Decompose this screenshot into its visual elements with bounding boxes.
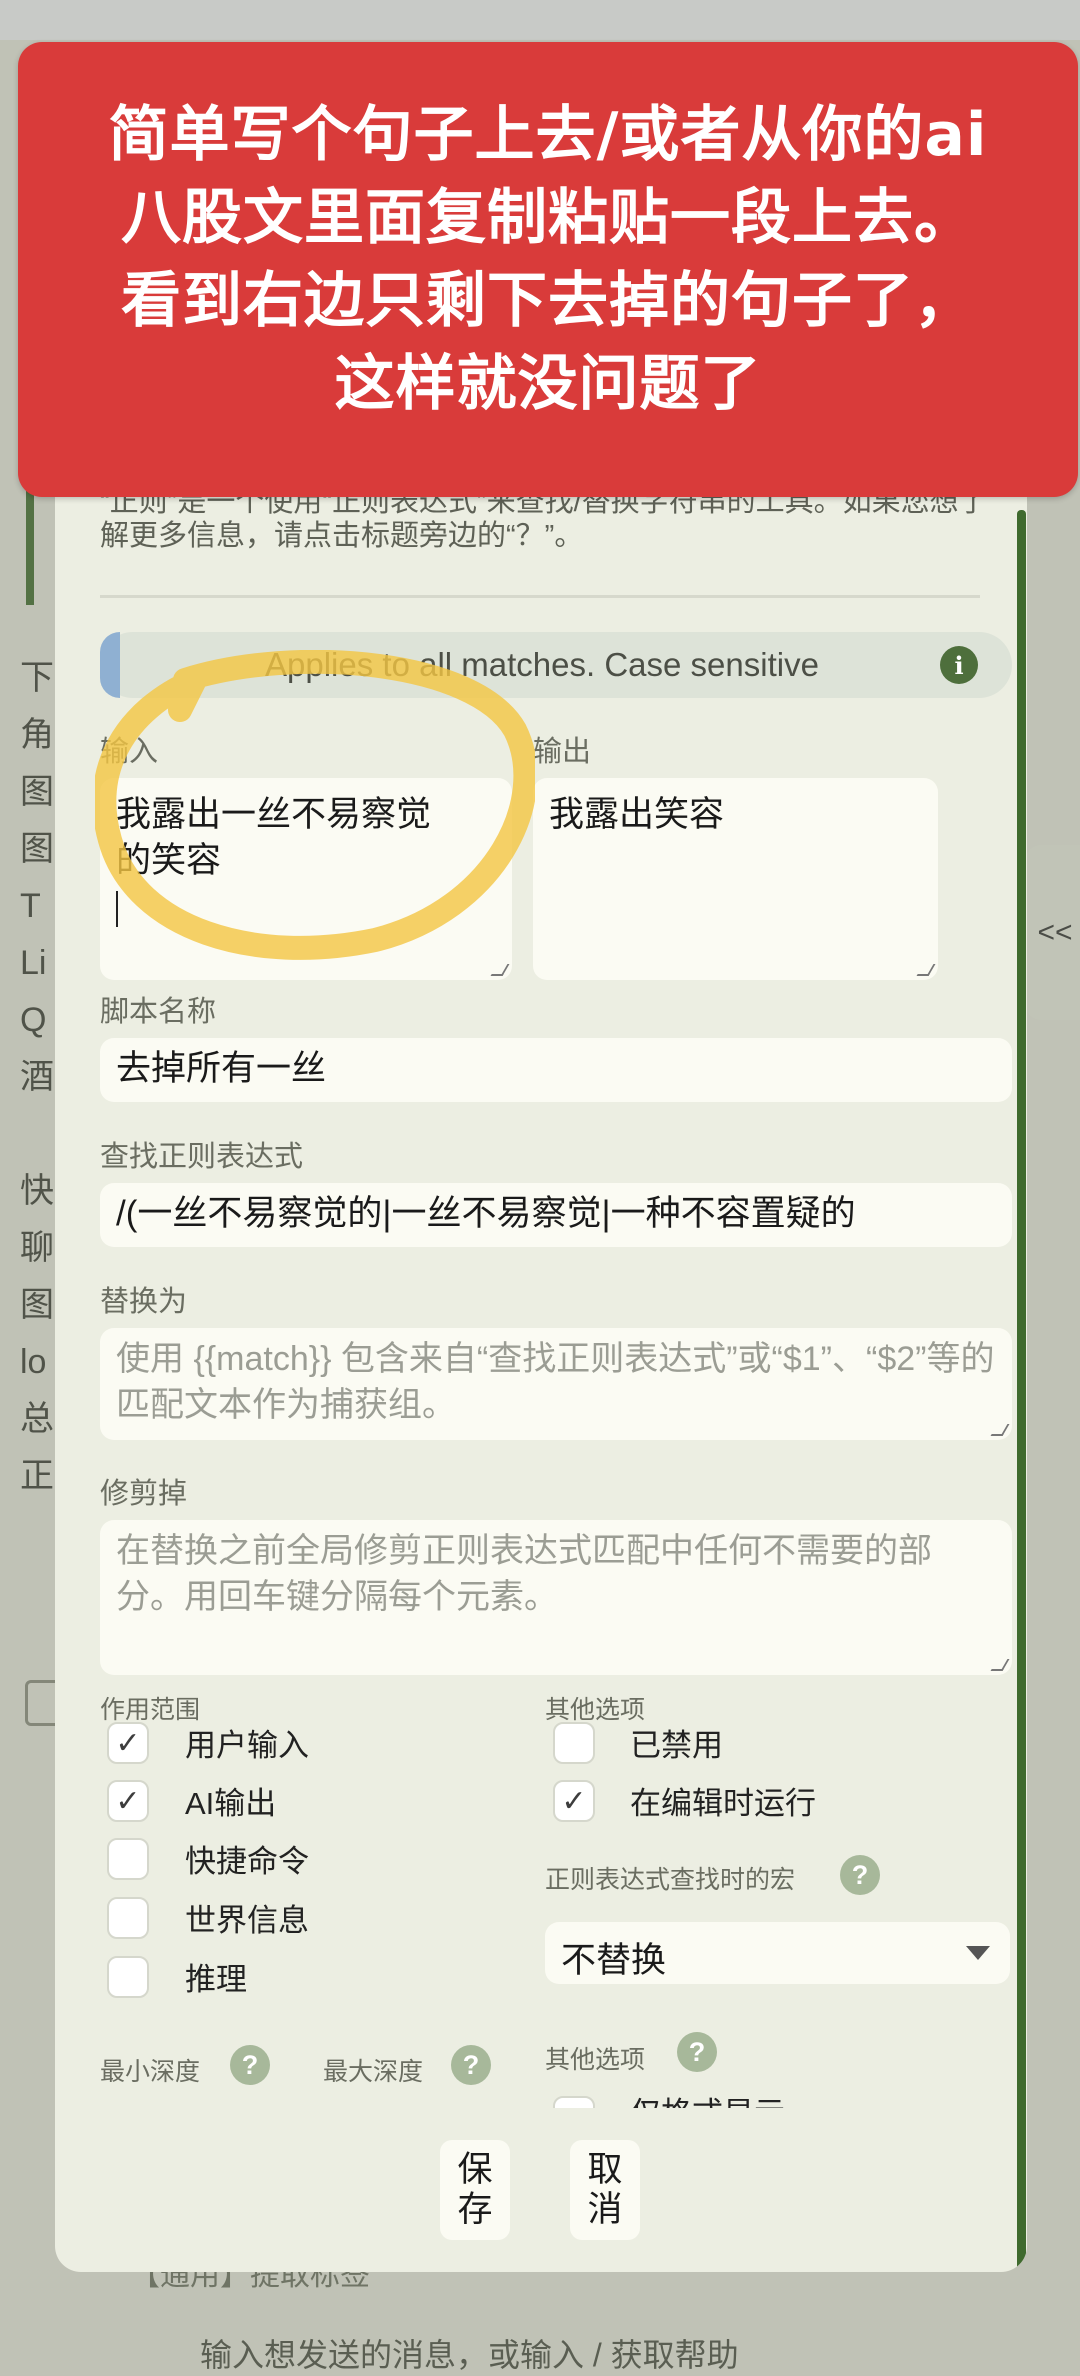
run-on-edit-checkbox[interactable]: ✓: [553, 1780, 595, 1822]
max-depth-label: 最大深度: [323, 2058, 424, 2086]
regex-editor-dialog: “正则”是一个使用“正则表达式”来查找/替换字符串的工具。如果您想了解更多信息，…: [55, 360, 1027, 2272]
chevron-down-icon: [966, 1946, 990, 1960]
option-item-label: 已禁用: [630, 1728, 723, 1763]
input-label: 输入: [100, 736, 159, 768]
macro-select-value: 不替换: [561, 1941, 667, 1980]
input-text-line: 的笑容: [116, 841, 222, 880]
instruction-line: 八股文里面复制粘贴一段上去。: [121, 183, 975, 253]
save-button-label: 存: [457, 2190, 493, 2229]
scope-item-label: 快捷命令: [185, 1844, 309, 1879]
text-caret: [116, 890, 118, 927]
format-display-checkbox[interactable]: [553, 2096, 595, 2108]
instruction-banner: 简单写个句子上去/或者从你的ai 八股文里面复制粘贴一段上去。 看到右边只剩下去…: [18, 42, 1078, 497]
banner-accent: [100, 632, 120, 698]
resize-handle-icon[interactable]: [990, 1659, 1010, 1671]
disabled-checkbox[interactable]: [553, 1722, 595, 1764]
clipped-option-row: 仅格式显示: [545, 2092, 1005, 2108]
replace-with-input[interactable]: 使用 {{match}} 包含来自“查找正则表达式”或“$1”、“$2”等的匹配…: [100, 1328, 1012, 1440]
scope-ai-output-checkbox[interactable]: ✓: [107, 1780, 149, 1822]
script-name-input[interactable]: 去掉所有一丝: [100, 1038, 1012, 1102]
script-name-label: 脚本名称: [100, 996, 217, 1028]
resize-handle-icon[interactable]: [916, 964, 936, 976]
min-depth-help-icon[interactable]: ?: [230, 2045, 270, 2085]
scope-user-input-checkbox[interactable]: ✓: [107, 1722, 149, 1764]
trim-out-placeholder: 在替换之前全局修剪正则表达式匹配中任何不需要的部分。用回车键分隔每个元素。: [116, 1532, 932, 1616]
scope-reasoning-checkbox[interactable]: [107, 1956, 149, 1998]
other-options2-label: 其他选项: [545, 2046, 646, 2074]
output-label: 输出: [533, 736, 592, 768]
instruction-text: 简单写个句子上去/或者从你的ai 八股文里面复制粘贴一段上去。 看到右边只剩下去…: [18, 94, 1078, 426]
info-banner: Applies to all matches. Case sensitive i: [100, 632, 1012, 698]
trim-out-label: 修剪掉: [100, 1478, 188, 1510]
macro-help-icon[interactable]: ?: [840, 1855, 880, 1895]
scrollbar[interactable]: [1017, 510, 1026, 2272]
scope-world-info-checkbox[interactable]: [107, 1897, 149, 1939]
option-item-label: 在编辑时运行: [630, 1786, 816, 1821]
find-regex-label: 查找正则表达式: [100, 1141, 304, 1173]
script-name-value: 去掉所有一丝: [116, 1049, 327, 1088]
option-item-label: 仅格式显示: [630, 2092, 785, 2108]
replace-with-placeholder: 使用 {{match}} 包含来自“查找正则表达式”或“$1”、“$2”等的匹配…: [116, 1340, 995, 1424]
test-output-field: 我露出笑容: [533, 778, 938, 980]
trim-out-input[interactable]: 在替换之前全局修剪正则表达式匹配中任何不需要的部分。用回车键分隔每个元素。: [100, 1520, 1012, 1675]
input-text-line: 我露出一丝不易察觉: [116, 795, 432, 834]
output-text: 我露出笑容: [549, 795, 725, 834]
macro-label: 正则表达式查找时的宏: [545, 1866, 796, 1894]
save-button-label: 保: [457, 2150, 493, 2189]
cancel-button-label: 取: [587, 2150, 623, 2189]
divider: [100, 595, 980, 598]
scope-quick-command-checkbox[interactable]: [107, 1838, 149, 1880]
info-banner-text: Applies to all matches. Case sensitive: [265, 646, 819, 683]
replace-with-label: 替换为: [100, 1286, 188, 1318]
instruction-line: 这样就没问题了: [334, 349, 762, 419]
cancel-button-label: 消: [587, 2190, 623, 2229]
save-button[interactable]: 保 存: [440, 2140, 510, 2240]
other-options2-help-icon[interactable]: ?: [677, 2032, 717, 2072]
min-depth-label: 最小深度: [100, 2058, 201, 2086]
test-input-field[interactable]: 我露出一丝不易察觉 的笑容: [100, 778, 512, 980]
scope-item-label: 世界信息: [185, 1903, 309, 1938]
scope-item-label: AI输出: [185, 1786, 277, 1821]
info-icon[interactable]: i: [940, 646, 978, 684]
instruction-line: 简单写个句子上去/或者从你的ai: [108, 100, 988, 170]
cancel-button[interactable]: 取 消: [570, 2140, 640, 2240]
resize-handle-icon[interactable]: [490, 964, 510, 976]
max-depth-help-icon[interactable]: ?: [451, 2045, 491, 2085]
scope-item-label: 用户输入: [185, 1728, 309, 1763]
scope-item-label: 推理: [185, 1962, 247, 1997]
find-regex-input[interactable]: /(一丝不易察觉的|一丝不易察觉|一种不容置疑的: [100, 1183, 1012, 1247]
instruction-line: 看到右边只剩下去掉的句子了，: [121, 266, 975, 336]
macro-select[interactable]: 不替换: [545, 1922, 1010, 1984]
find-regex-value: /(一丝不易察觉的|一丝不易察觉|一种不容置疑的: [116, 1194, 856, 1233]
